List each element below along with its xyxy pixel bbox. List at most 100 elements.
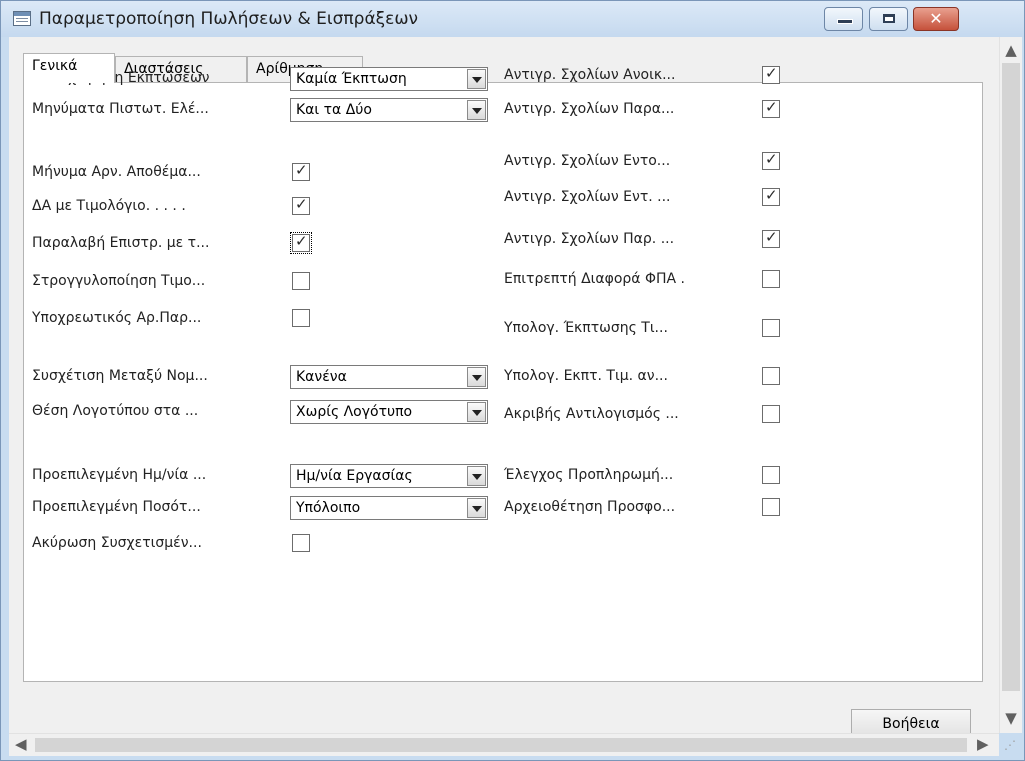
field-label: Υπολογ. Έκπτωσης Τι...	[504, 320, 668, 336]
title-bar[interactable]: Παραμετροποίηση Πωλήσεων & Εισπράξεων ✕	[1, 1, 1024, 37]
dropdown-select[interactable]: Κανένα	[290, 365, 488, 389]
minimize-button[interactable]	[824, 7, 863, 31]
window-title: Παραμετροποίηση Πωλήσεων & Εισπράξεων	[39, 9, 419, 29]
field-label: Αντιγρ. Σχολίων Παρα...	[504, 101, 675, 117]
dropdown-value: Υπόλοιπο	[296, 500, 361, 516]
general-tab-panel: Καταχώρηση Εκπτώσεων Καμία Έκπτωση Μηνύματ…	[23, 66, 983, 682]
checkbox[interactable]	[292, 309, 310, 327]
checkbox[interactable]: ✓	[762, 66, 780, 84]
dropdown-value: Καμία Έκπτωση	[296, 71, 407, 87]
field-label: Θέση Λογοτύπου στα ...	[32, 403, 199, 419]
field-label: Αντιγρ. Σχολίων Ανοικ...	[504, 67, 676, 83]
checkmark-icon: ✓	[295, 232, 308, 250]
right-field-row: Ακριβής Αντιλογισμός ...	[504, 403, 804, 427]
minimize-icon	[837, 19, 853, 24]
left-field-row: Μήνυμα Αρν. Αποθέμα... ✓	[24, 161, 494, 185]
field-label: Παραλαβή Επιστρ. με τ...	[32, 235, 210, 251]
dropdown-arrow-icon[interactable]	[467, 100, 486, 120]
field-label: Υπολογ. Εκπτ. Τιμ. αν...	[504, 368, 668, 384]
scroll-up-icon[interactable]: ▲	[1000, 41, 1022, 59]
dropdown-select[interactable]: Ημ/νία Εργασίας	[290, 464, 488, 488]
horizontal-scrollbar[interactable]: ◀ ▶	[9, 733, 999, 756]
left-field-row: Συσχέτιση Μεταξύ Νομ... Κανένα	[24, 365, 494, 389]
dropdown-value: Και τα Δύο	[296, 102, 372, 118]
checkbox[interactable]: ✓	[762, 152, 780, 170]
checkbox[interactable]	[762, 319, 780, 337]
scroll-left-icon[interactable]: ◀	[15, 735, 27, 753]
right-field-row: Υπολογ. Εκπτ. Τιμ. αν...	[504, 365, 804, 389]
field-label: Αντιγρ. Σχολίων Εντο...	[504, 153, 671, 169]
checkmark-icon: ✓	[765, 150, 778, 168]
form-client-area: Γενικά Διαστάσεις Αρίθμηση Καταχώρηση Εκ…	[9, 37, 999, 733]
scroll-down-icon[interactable]: ▼	[1000, 709, 1022, 727]
scroll-right-icon[interactable]: ▶	[977, 735, 989, 753]
checkbox[interactable]: ✓	[290, 232, 312, 254]
checkmark-icon: ✓	[295, 161, 308, 179]
right-field-row: Αντιγρ. Σχολίων Παρα... ✓	[504, 98, 804, 122]
checkbox[interactable]: ✓	[762, 188, 780, 206]
left-field-row: Στρογγυλοποίηση Τιμο...	[24, 270, 494, 294]
dropdown-arrow-icon[interactable]	[467, 498, 486, 518]
checkmark-icon: ✓	[765, 186, 778, 204]
checkbox[interactable]	[762, 270, 780, 288]
dropdown-value: Ημ/νία Εργασίας	[296, 468, 413, 484]
settings-window: Παραμετροποίηση Πωλήσεων & Εισπράξεων ✕ …	[0, 0, 1025, 761]
field-label: Αντιγρ. Σχολίων Παρ. ...	[504, 231, 675, 247]
field-label: Προεπιλεγμένη Ημ/νία ...	[32, 467, 207, 483]
maximize-icon	[883, 14, 895, 23]
checkbox[interactable]	[762, 367, 780, 385]
checkbox[interactable]	[762, 498, 780, 516]
field-label: Έλεγχος Προπληρωμή...	[504, 467, 674, 483]
field-label: Ακύρωση Συσχετισμέν...	[32, 535, 202, 551]
dropdown-select[interactable]: Χωρίς Λογότυπο	[290, 400, 488, 424]
resize-grip-icon[interactable]: ⋰	[1004, 738, 1020, 754]
checkbox[interactable]	[292, 272, 310, 290]
right-field-row: Επιτρεπτή Διαφορά ΦΠΑ .	[504, 268, 804, 292]
field-label: Μηνύματα Πιστωτ. Ελέ...	[32, 101, 209, 117]
dropdown-select[interactable]: Καμία Έκπτωση	[290, 67, 488, 91]
vertical-scroll-thumb[interactable]	[1002, 63, 1020, 691]
dropdown-arrow-icon[interactable]	[467, 402, 486, 422]
checkmark-icon: ✓	[765, 64, 778, 82]
checkbox[interactable]: ✓	[762, 100, 780, 118]
checkbox[interactable]	[292, 534, 310, 552]
field-label: Αντιγρ. Σχολίων Εντ. ...	[504, 189, 671, 205]
checkbox[interactable]	[762, 466, 780, 484]
close-icon: ✕	[929, 9, 943, 28]
help-button[interactable]: Βοήθεια	[851, 709, 971, 733]
checkmark-icon: ✓	[295, 195, 308, 213]
right-field-row: Υπολογ. Έκπτωσης Τι...	[504, 317, 804, 341]
dropdown-select[interactable]: Υπόλοιπο	[290, 496, 488, 520]
field-label: Επιτρεπτή Διαφορά ΦΠΑ .	[504, 271, 686, 287]
horizontal-scroll-thumb[interactable]	[35, 738, 967, 752]
maximize-button[interactable]	[869, 7, 908, 31]
vertical-scrollbar[interactable]: ▲ ▼	[999, 37, 1022, 733]
left-field-row: Θέση Λογοτύπου στα ... Χωρίς Λογότυπο	[24, 400, 494, 424]
tab-general[interactable]: Γενικά	[23, 53, 115, 83]
dropdown-arrow-icon[interactable]	[467, 367, 486, 387]
checkmark-icon: ✓	[765, 228, 778, 246]
checkbox[interactable]	[762, 405, 780, 423]
dropdown-arrow-icon[interactable]	[467, 69, 486, 89]
right-field-row: Αντιγρ. Σχολίων Εντο... ✓	[504, 150, 804, 174]
checkmark-icon: ✓	[765, 98, 778, 116]
checkbox[interactable]: ✓	[292, 163, 310, 181]
field-label: Ακριβής Αντιλογισμός ...	[504, 406, 679, 422]
field-label: Μήνυμα Αρν. Αποθέμα...	[32, 164, 201, 180]
right-field-row: Έλεγχος Προπληρωμή...	[504, 464, 804, 488]
checkbox[interactable]: ✓	[762, 230, 780, 248]
right-field-row: Αντιγρ. Σχολίων Παρ. ... ✓	[504, 228, 804, 252]
close-button[interactable]: ✕	[913, 7, 959, 31]
field-label: Υποχρεωτικός Αρ.Παρ...	[32, 310, 202, 326]
right-field-row: Αντιγρ. Σχολίων Εντ. ... ✓	[504, 186, 804, 210]
left-field-row: Προεπιλεγμένη Ποσότ... Υπόλοιπο	[24, 496, 494, 520]
field-label: Συσχέτιση Μεταξύ Νομ...	[32, 368, 208, 384]
right-field-row: Αντιγρ. Σχολίων Ανοικ... ✓	[504, 64, 804, 88]
checkbox[interactable]: ✓	[292, 197, 310, 215]
dropdown-arrow-icon[interactable]	[467, 466, 486, 486]
dropdown-select[interactable]: Και τα Δύο	[290, 98, 488, 122]
field-label: Αρχειοθέτηση Προσφο...	[504, 499, 676, 515]
left-field-row: ΔΑ με Τιμολόγιο. . . . . ✓	[24, 195, 494, 219]
dropdown-value: Κανένα	[296, 369, 347, 385]
left-field-row: Υποχρεωτικός Αρ.Παρ...	[24, 307, 494, 331]
